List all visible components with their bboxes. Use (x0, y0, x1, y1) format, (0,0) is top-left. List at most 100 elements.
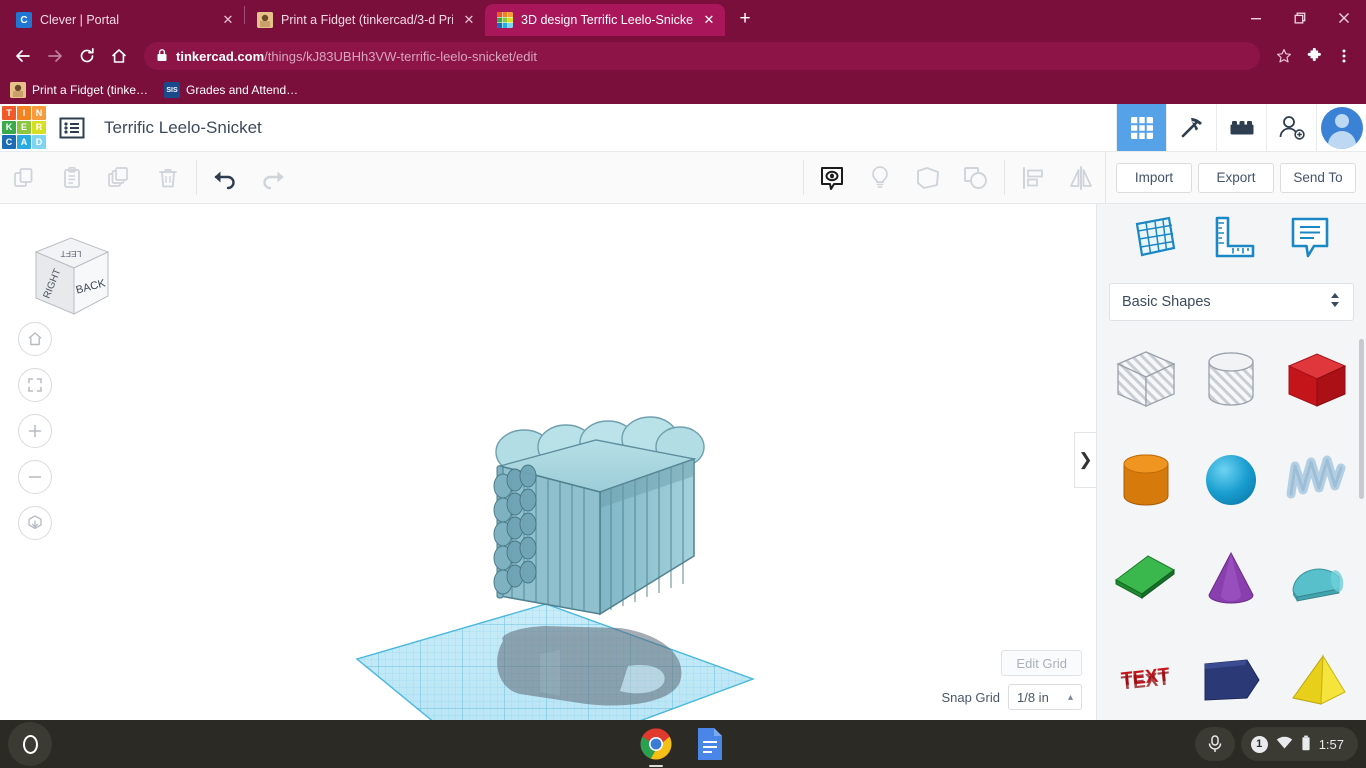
export-button[interactable]: Export (1198, 162, 1274, 193)
forward-button[interactable] (40, 41, 70, 71)
address-bar[interactable]: tinkercad.com/things/kJ83UBHh3VW-terrifi… (144, 42, 1260, 70)
back-button[interactable] (8, 41, 38, 71)
shape-text-red[interactable]: TEXT TEXT (1103, 637, 1189, 720)
browser-menu-icon[interactable] (1330, 42, 1358, 70)
lego-brick-icon[interactable] (1216, 104, 1266, 151)
shape-box-red[interactable] (1274, 337, 1360, 423)
close-window-button[interactable] (1322, 0, 1366, 36)
logo-tile-r: R (32, 120, 46, 135)
tab-close-icon[interactable]: ✕ (701, 12, 717, 28)
shape-cone-purple[interactable] (1189, 537, 1275, 623)
system-status-tray[interactable]: 1 1:57 (1240, 727, 1358, 761)
shape-scribble-blue[interactable] (1274, 437, 1360, 523)
tab-close-icon[interactable]: ✕ (220, 12, 236, 28)
browser-tab-3-active[interactable]: 3D design Terrific Leelo-Snicket | ✕ (485, 4, 725, 36)
avatar[interactable] (1320, 106, 1363, 149)
url-text: tinkercad.com/things/kJ83UBHh3VW-terrifi… (176, 48, 538, 64)
project-menu-button[interactable] (48, 104, 96, 151)
shape-cylinder-hole[interactable] (1189, 337, 1275, 423)
edit-tool-group (0, 152, 192, 203)
mirror-flip-icon[interactable] (1057, 152, 1105, 204)
home-view-button[interactable] (18, 322, 52, 356)
align-icon[interactable] (1009, 152, 1057, 204)
panel-scrollbar[interactable] (1359, 339, 1364, 500)
shapes-scroll-area[interactable]: TEXT TEXT (1097, 331, 1366, 720)
cube-face-top: LEFT (61, 249, 82, 259)
zoom-in-button[interactable] (18, 414, 52, 448)
undo-icon[interactable] (201, 152, 249, 204)
blocks-grid-icon[interactable] (1116, 104, 1166, 151)
history-tool-group (201, 152, 297, 203)
home-button[interactable] (104, 41, 134, 71)
launcher-button[interactable] (8, 722, 52, 766)
copy-icon[interactable] (0, 152, 48, 204)
redo-icon[interactable] (249, 152, 297, 204)
send-to-button[interactable]: Send To (1280, 162, 1356, 193)
bookmark-label: Grades and Attend… (186, 83, 299, 97)
minimize-button[interactable] (1234, 0, 1278, 36)
delete-trash-icon[interactable] (144, 152, 192, 204)
shape-roof-teal[interactable] (1274, 537, 1360, 623)
snap-grid-select[interactable]: 1/8 in ▴ (1008, 684, 1082, 710)
group-icon[interactable] (904, 152, 952, 204)
new-tab-button[interactable]: + (731, 5, 759, 33)
shape-cylinder-orange[interactable] (1103, 437, 1189, 523)
launcher-ring-icon (22, 734, 38, 754)
reload-button[interactable] (72, 41, 102, 71)
minecraft-pickaxe-icon[interactable] (1166, 104, 1216, 151)
bookmark-favicon (10, 82, 26, 98)
ruler-icon[interactable] (1210, 215, 1256, 264)
shelf-app-icons (638, 726, 728, 767)
paste-icon[interactable] (48, 152, 96, 204)
lightbulb-hint-icon[interactable] (856, 152, 904, 204)
microphone-icon[interactable] (1194, 727, 1235, 761)
notification-count-badge: 1 (1250, 735, 1268, 753)
header-spacer (262, 104, 1116, 151)
shape-polygon-navy[interactable] (1189, 637, 1275, 720)
docs-app-icon[interactable] (692, 726, 728, 762)
duplicate-icon[interactable] (96, 152, 144, 204)
snap-grid-label: Snap Grid (941, 689, 1000, 705)
ungroup-icon[interactable] (952, 152, 1000, 204)
browser-tab-2[interactable]: Print a Fidget (tinkercad/3-d Prin ✕ (245, 4, 485, 36)
logo-tile-e: E (17, 120, 31, 135)
tinkercad-logo[interactable]: T I N K E R C A D (0, 104, 48, 151)
3d-scene[interactable] (0, 204, 1096, 720)
3d-canvas[interactable]: LEFT RIGHT BACK Edit Grid Snap Grid 1/8 … (0, 204, 1096, 720)
edit-grid-button[interactable]: Edit Grid (1001, 650, 1082, 676)
import-button[interactable]: Import (1116, 162, 1192, 193)
browser-tab-1[interactable]: C Clever | Portal ✕ (4, 4, 244, 36)
toolbar-divider (803, 160, 804, 195)
shape-category-label: Basic Shapes (1122, 294, 1211, 311)
ortho-perspective-toggle-button[interactable] (18, 506, 52, 540)
bookmark-print-a-fidget[interactable]: Print a Fidget (tinke… (10, 82, 148, 98)
zoom-out-button[interactable] (18, 460, 52, 494)
collapse-panel-button[interactable]: ❯ (1074, 432, 1096, 488)
tinkercad-app: T I N K E R C A D Terrific Leelo-Snicket (0, 104, 1366, 720)
logo-tile-t: T (2, 106, 16, 120)
shape-sphere-blue[interactable] (1189, 437, 1275, 523)
bookmark-favicon: SIS (164, 82, 181, 98)
shape-wedge-green[interactable] (1103, 537, 1189, 623)
workspace: LEFT RIGHT BACK Edit Grid Snap Grid 1/8 … (0, 204, 1366, 720)
design-title[interactable]: Terrific Leelo-Snicket (96, 104, 262, 151)
invite-person-icon[interactable] (1266, 104, 1316, 151)
extensions-icon[interactable] (1300, 42, 1328, 70)
chevron-updown-icon (1329, 291, 1341, 313)
notes-icon[interactable] (1288, 214, 1332, 265)
fit-to-view-button[interactable] (18, 368, 52, 402)
logo-tile-c: C (2, 135, 16, 149)
shape-category-select[interactable]: Basic Shapes (1109, 283, 1354, 322)
maximize-restore-button[interactable] (1278, 0, 1322, 36)
shape-pyramid-yellow[interactable] (1274, 637, 1360, 720)
user-avatar-wrapper[interactable] (1316, 104, 1366, 151)
workplane-icon[interactable] (1131, 214, 1179, 265)
view-cube[interactable]: LEFT RIGHT BACK (16, 222, 116, 322)
chrome-app-icon[interactable] (638, 726, 674, 767)
app-running-indicator (649, 764, 663, 767)
shape-box-hole[interactable] (1103, 337, 1189, 423)
bookmark-grades-attendance[interactable]: SIS Grades and Attend… (164, 82, 298, 98)
tab-close-icon[interactable]: ✕ (461, 12, 477, 28)
show-hide-note-icon[interactable] (808, 152, 856, 204)
bookmark-star-icon[interactable] (1270, 42, 1298, 70)
